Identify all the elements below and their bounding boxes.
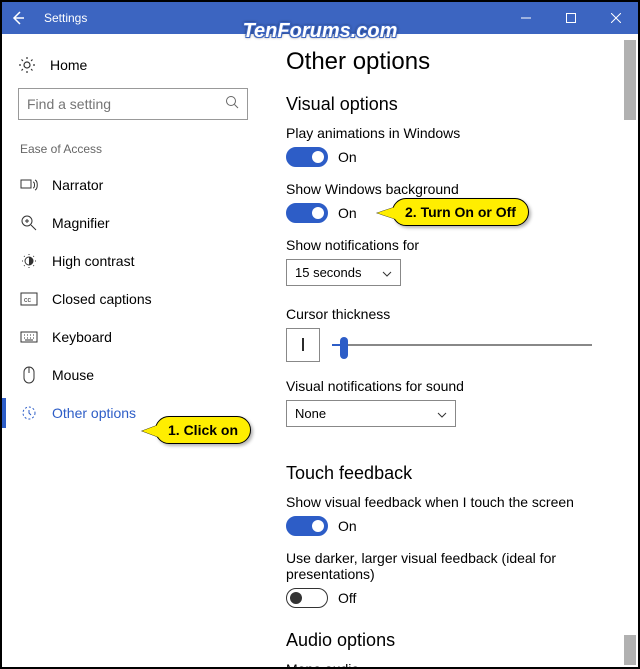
contrast-icon: [20, 252, 38, 270]
gear-icon: [18, 56, 36, 74]
maximize-button[interactable]: [548, 2, 593, 34]
sidebar-item-narrator[interactable]: Narrator: [18, 166, 264, 204]
cursor-label: Cursor thickness: [286, 306, 620, 322]
show-bg-toggle[interactable]: [286, 203, 328, 223]
show-bg-label: Show Windows background: [286, 181, 620, 197]
main-panel: Other options Visual options Play animat…: [272, 34, 638, 667]
home-label: Home: [50, 57, 87, 73]
scroll-thumb[interactable]: [624, 40, 636, 120]
nav-label: Narrator: [52, 177, 103, 193]
cc-icon: cc: [20, 290, 38, 308]
chevron-down-icon: [382, 265, 392, 280]
callout-1: 1. Click on: [155, 416, 251, 444]
notif-label: Show notifications for: [286, 237, 620, 253]
sidebar-item-keyboard[interactable]: Keyboard: [18, 318, 264, 356]
audio-header: Audio options: [286, 630, 620, 651]
cursor-slider[interactable]: [332, 333, 592, 357]
nav-label: Magnifier: [52, 215, 110, 231]
sidebar-item-closed-captions[interactable]: cc Closed captions: [18, 280, 264, 318]
visual-notif-select[interactable]: None: [286, 400, 456, 427]
mouse-icon: [20, 366, 38, 384]
page-title: Other options: [286, 48, 620, 76]
keyboard-icon: [20, 328, 38, 346]
nav-label: Other options: [52, 405, 136, 421]
section-header: Ease of Access: [18, 142, 264, 156]
play-anim-toggle[interactable]: [286, 147, 328, 167]
search-input[interactable]: [27, 96, 225, 112]
sidebar-item-mouse[interactable]: Mouse: [18, 356, 264, 394]
search-icon: [225, 95, 239, 114]
watermark: TenForums.com: [243, 20, 398, 43]
minimize-button[interactable]: [503, 2, 548, 34]
visual-notif-label: Visual notifications for sound: [286, 378, 620, 394]
visual-options-header: Visual options: [286, 94, 620, 115]
toggle-state: On: [338, 518, 357, 534]
close-button[interactable]: [593, 2, 638, 34]
select-value: 15 seconds: [295, 265, 362, 280]
sidebar-home[interactable]: Home: [18, 48, 264, 88]
touch-toggle[interactable]: [286, 516, 328, 536]
sidebar-item-high-contrast[interactable]: High contrast: [18, 242, 264, 280]
window-title: Settings: [44, 11, 87, 25]
back-button[interactable]: [2, 2, 34, 34]
toggle-state: Off: [338, 590, 356, 606]
sidebar-item-magnifier[interactable]: Magnifier: [18, 204, 264, 242]
chevron-down-icon: [437, 406, 447, 421]
darker-label: Use darker, larger visual feedback (idea…: [286, 550, 620, 582]
scrollbar[interactable]: [624, 40, 636, 665]
mono-label: Mono audio: [286, 661, 620, 667]
other-options-icon: [20, 404, 38, 422]
callout-2: 2. Turn On or Off: [392, 198, 529, 226]
narrator-icon: [20, 176, 38, 194]
toggle-state: On: [338, 205, 357, 221]
notif-select[interactable]: 15 seconds: [286, 259, 401, 286]
toggle-state: On: [338, 149, 357, 165]
nav-label: High contrast: [52, 253, 134, 269]
search-box[interactable]: [18, 88, 248, 120]
nav-label: Closed captions: [52, 291, 152, 307]
magnifier-icon: [20, 214, 38, 232]
touch-label: Show visual feedback when I touch the sc…: [286, 494, 620, 510]
nav-label: Mouse: [52, 367, 94, 383]
darker-toggle[interactable]: [286, 588, 328, 608]
touch-header: Touch feedback: [286, 463, 620, 484]
select-value: None: [295, 406, 326, 421]
cursor-preview: I: [286, 328, 320, 362]
scroll-thumb[interactable]: [624, 635, 636, 665]
nav-label: Keyboard: [52, 329, 112, 345]
sidebar: Home Ease of Access Narrator Magnifier H…: [2, 34, 272, 667]
play-anim-label: Play animations in Windows: [286, 125, 620, 141]
svg-text:cc: cc: [24, 297, 32, 304]
